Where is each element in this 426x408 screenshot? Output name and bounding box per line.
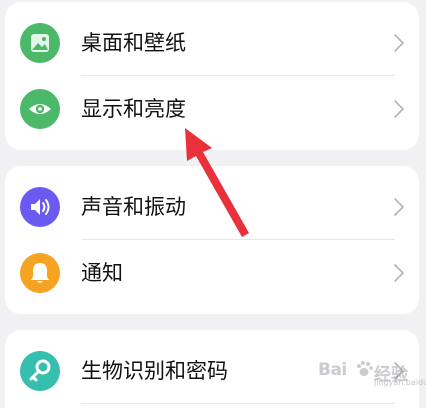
speaker-icon [20, 187, 60, 227]
settings-group-1: 桌面和壁纸 显示和亮度 [5, 2, 419, 150]
watermark-brand: Bai [318, 360, 347, 380]
settings-item-display[interactable]: 显示和亮度 [5, 76, 419, 142]
watermark-url: jingyan.baidu.com [374, 378, 426, 387]
settings-group-2: 声音和振动 通知 [5, 166, 419, 314]
settings-item-wallpaper[interactable]: 桌面和壁纸 [5, 10, 419, 76]
chevron-right-icon [394, 34, 404, 52]
settings-item-label: 声音和振动 [81, 195, 186, 219]
key-icon [20, 351, 60, 391]
chevron-right-icon [394, 198, 404, 216]
settings-item-label: 通知 [81, 261, 123, 285]
settings-item-label: 显示和亮度 [81, 97, 186, 121]
wallpaper-icon [20, 23, 60, 63]
chevron-right-icon [394, 264, 404, 282]
paw-icon [357, 361, 373, 376]
divider [81, 403, 395, 404]
settings-item-label: 生物识别和密码 [81, 359, 228, 383]
settings-page: 桌面和壁纸 显示和亮度 声音和振动 通知 生物识别和密码 Bai 经验 jing… [0, 0, 426, 408]
eye-icon [20, 89, 60, 129]
chevron-right-icon [394, 100, 404, 118]
settings-item-notifications[interactable]: 通知 [5, 240, 419, 306]
settings-item-sound[interactable]: 声音和振动 [5, 174, 419, 240]
watermark: Bai 经验 jingyan.baidu.com [318, 358, 426, 388]
bell-icon [20, 253, 60, 293]
settings-item-label: 桌面和壁纸 [81, 31, 186, 55]
